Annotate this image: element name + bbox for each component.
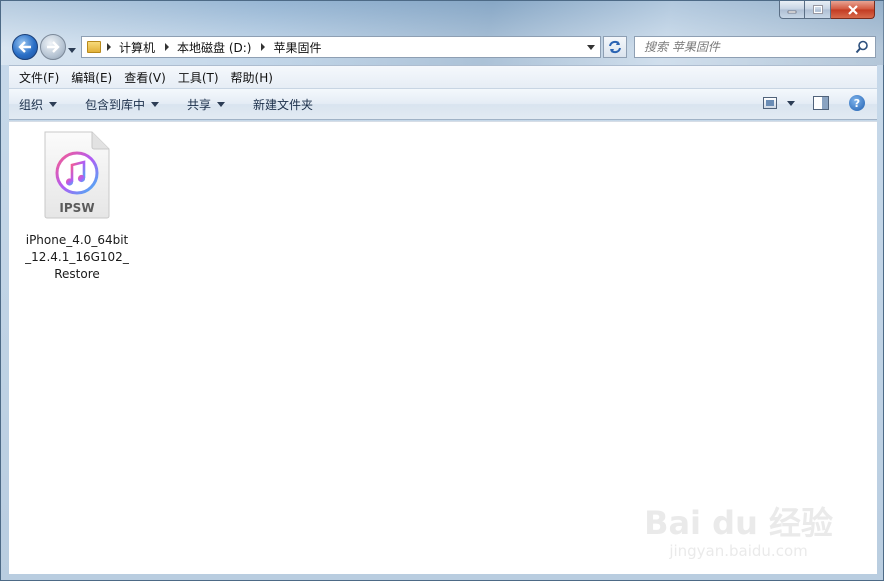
maximize-icon [812, 5, 823, 14]
folder-icon [87, 41, 101, 53]
organize-label: 组织 [19, 97, 44, 112]
itunes-ipsw-file-icon: IPSW [44, 131, 110, 219]
new-folder-label: 新建文件夹 [253, 97, 314, 112]
forward-button[interactable] [40, 34, 66, 60]
chevron-down-icon [151, 101, 160, 107]
address-bar[interactable]: 计算机 本地磁盘 (D:) 苹果固件 [81, 36, 601, 58]
search-box[interactable] [634, 36, 876, 58]
menu-view[interactable]: 查看(V) [118, 69, 172, 86]
file-icon-label: IPSW [59, 201, 94, 215]
new-folder-button[interactable]: 新建文件夹 [253, 96, 313, 113]
chevron-down-icon [217, 101, 226, 107]
file-name[interactable]: iPhone_4.0_64bit_12.4.1_16G102_Restore [25, 232, 129, 283]
search-icon[interactable] [855, 40, 869, 54]
arrow-left-icon [18, 41, 31, 53]
explorer-window: 计算机 本地磁盘 (D:) 苹果固件 搜索 苹果固件 文件(F) 编辑(E) 查… [0, 0, 884, 581]
change-view-icon[interactable] [763, 97, 777, 109]
close-button[interactable] [831, 1, 875, 19]
refresh-icon [609, 40, 621, 54]
include-in-library-button[interactable]: 包含到库中 [85, 96, 160, 113]
menu-help[interactable]: 帮助(H) [225, 69, 279, 86]
breadcrumb-computer[interactable]: 计算机 [119, 39, 155, 56]
back-button[interactable] [12, 34, 38, 60]
menu-bar: 文件(F) 编辑(E) 查看(V) 工具(T) 帮助(H) [9, 65, 877, 88]
recent-pages-dropdown[interactable] [68, 43, 76, 57]
watermark-logo: Bai du 经验 [644, 498, 833, 544]
breadcrumb-local-disk[interactable]: 本地磁盘 (D:) [177, 39, 251, 56]
watermark: Bai du 经验 jingyan.baidu.com [644, 498, 833, 560]
breadcrumb-item[interactable]: 苹果固件 [261, 39, 322, 56]
view-controls: ? [763, 95, 865, 111]
minimize-button[interactable] [779, 1, 805, 19]
include-in-library-label: 包含到库中 [85, 97, 146, 112]
command-bar: 组织 包含到库中 共享 新建文件夹 ? [9, 88, 877, 120]
close-icon [847, 4, 858, 15]
arrow-right-icon [47, 41, 60, 53]
menu-file[interactable]: 文件(F) [13, 69, 65, 86]
help-icon[interactable]: ? [849, 95, 865, 111]
chevron-down-icon [68, 48, 76, 53]
chevron-down-icon [49, 101, 58, 107]
file-item[interactable]: IPSW iPhone_4.0_64bit_12.4.1_16G102_Rest… [25, 130, 129, 283]
caption-buttons [779, 1, 875, 19]
address-history-dropdown[interactable] [587, 45, 595, 50]
breadcrumb-item[interactable]: 计算机 [107, 39, 155, 56]
maximize-button[interactable] [805, 1, 831, 19]
watermark-logo-text: Bai du 经验 [644, 504, 833, 542]
share-button[interactable]: 共享 [187, 96, 226, 113]
chevron-right-icon[interactable] [261, 43, 266, 51]
breadcrumb-item[interactable]: 本地磁盘 (D:) [165, 39, 251, 56]
file-list-pane[interactable]: IPSW iPhone_4.0_64bit_12.4.1_16G102_Rest… [9, 121, 877, 574]
share-label: 共享 [187, 97, 212, 112]
organize-button[interactable]: 组织 [19, 96, 58, 113]
minimize-icon [787, 10, 797, 13]
preview-pane-icon[interactable] [813, 96, 829, 110]
refresh-button[interactable] [603, 36, 627, 58]
chevron-right-icon[interactable] [107, 43, 111, 51]
navigation-row: 计算机 本地磁盘 (D:) 苹果固件 [9, 33, 877, 61]
watermark-url: jingyan.baidu.com [669, 542, 808, 560]
breadcrumb-current-folder[interactable]: 苹果固件 [273, 39, 321, 56]
menu-edit[interactable]: 编辑(E) [65, 69, 118, 86]
chevron-right-icon[interactable] [165, 43, 170, 51]
menu-tools[interactable]: 工具(T) [172, 69, 225, 86]
view-options-dropdown[interactable] [787, 100, 795, 106]
search-input[interactable] [644, 40, 844, 54]
